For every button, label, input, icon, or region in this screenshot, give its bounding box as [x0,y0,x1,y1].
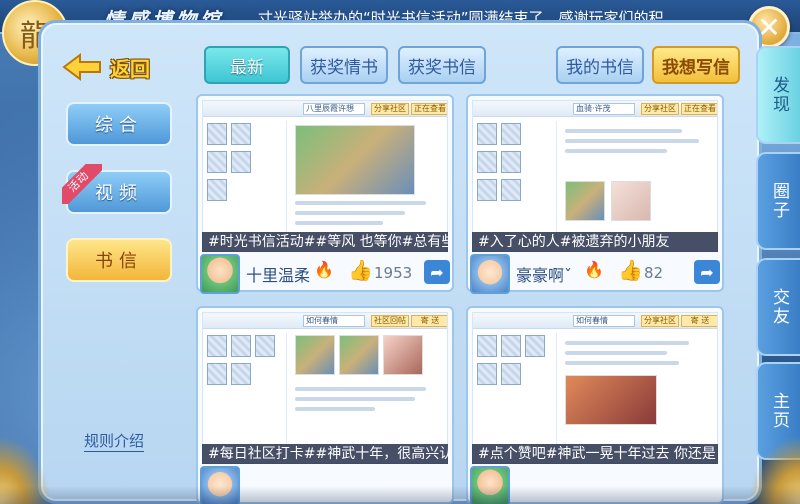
left-menu-video[interactable]: 活动 视频 [62,164,172,214]
left-menu-letters[interactable]: 书信 [66,238,172,282]
left-menu-label: 综合 [95,115,143,136]
screenshot-btn: 分享社区 [641,315,679,327]
letter-screenshot: 血骑·许茂 分享社区 正在查看 [472,100,718,252]
author-name[interactable]: 十里温柔 [246,262,310,286]
screenshot-title: 如何春情 [573,315,635,327]
back-arrow-icon [62,53,102,81]
screenshot-btn: 正在查看 [411,103,447,115]
screenshot-btn: 正在查看 [681,103,717,115]
letter-card[interactable]: 如何春情 分享社区 寄 送 #点个赞吧#神武一晃十年过去 你还是 [466,306,724,504]
screenshot-toolbar: 八里辰霞许想 分享社区 正在查看 [203,101,447,117]
letter-meta: 十里温柔 🔥 👍 1953 ➦ [198,254,452,294]
right-tab-discover[interactable]: 发现 [756,46,800,144]
left-menu-general[interactable]: 综合 [66,102,172,146]
letter-hashtag: #点个赞吧#神武一晃十年过去 你还是 [472,444,718,464]
screenshot-title: 如何春情 [303,315,365,327]
right-tab-friends[interactable]: 交友 [756,258,800,356]
right-tab-circles[interactable]: 圈子 [756,152,800,250]
letter-screenshot: 八里辰霞许想 分享社区 正在查看 [202,100,448,252]
bottom-shade [0,486,800,504]
letter-hashtag: #入了心的人#被遗弃的小朋友 [472,232,718,252]
letter-card[interactable]: 如何春情 社区回帖 寄 送 #每日社区打卡##神武十年，很高兴认 [196,306,454,504]
screenshot-sidebar [207,121,287,247]
letter-screenshot: 如何春情 社区回帖 寄 送 [202,312,448,464]
like-count: 82 [644,264,664,282]
author-name[interactable]: 豪豪啊ˇ [516,262,572,286]
left-menu-label: 书信 [95,251,143,272]
share-icon[interactable]: ➦ [694,260,720,284]
tab-award-letters[interactable]: 获奖书信 [398,46,486,84]
back-label: 返回 [110,56,150,81]
letter-card[interactable]: 八里辰霞许想 分享社区 正在查看 #时光书信活动##等风 也等你#总有些 十里温… [196,94,454,294]
screenshot-sidebar [477,121,557,247]
screenshot-title: 血骑·许茂 [573,103,635,115]
tab-award-love-letters[interactable]: 获奖情书 [300,46,388,84]
event-ribbon-label: 活动 [62,164,102,204]
tab-latest[interactable]: 最新 [204,46,290,84]
like-count: 1953 [374,264,413,282]
flame-icon: 🔥 [314,260,334,279]
screenshot-toolbar: 如何春情 分享社区 寄 送 [473,313,717,329]
letter-meta: 豪豪啊ˇ 🔥 👍 82 ➦ [468,254,722,294]
letters-grid: 八里辰霞许想 分享社区 正在查看 #时光书信活动##等风 也等你#总有些 十里温… [196,94,734,504]
screenshot-toolbar: 血骑·许茂 分享社区 正在查看 [473,101,717,117]
screenshot-toolbar: 如何春情 社区回帖 寄 送 [203,313,447,329]
screenshot-btn: 寄 送 [681,315,717,327]
left-menu-label: 视频 [95,183,143,204]
back-button[interactable]: 返回 [62,50,150,84]
screenshot-btn: 分享社区 [371,103,409,115]
screenshot-content [565,123,711,247]
screenshot-btn: 寄 送 [411,315,447,327]
screenshot-sidebar [207,333,287,459]
avatar[interactable] [470,254,510,294]
screenshot-content [295,335,441,459]
avatar[interactable] [200,254,240,294]
screenshot-title: 八里辰霞许想 [303,103,365,115]
screenshot-btn: 分享社区 [641,103,679,115]
event-ribbon: 活动 [62,164,102,204]
thumbs-up-icon[interactable]: 👍 [348,258,373,282]
screenshot-content [295,123,441,247]
thumbs-up-icon[interactable]: 👍 [618,258,643,282]
letter-card[interactable]: 血骑·许茂 分享社区 正在查看 #入了心的人#被遗弃的小朋友 豪豪啊ˇ 🔥 👍 … [466,94,724,294]
letter-hashtag: #每日社区打卡##神武十年，很高兴认 [202,444,448,464]
rules-link[interactable]: 规则介绍 [84,430,145,452]
letter-screenshot: 如何春情 分享社区 寄 送 [472,312,718,464]
screenshot-content [565,335,711,459]
letter-hashtag: #时光书信活动##等风 也等你#总有些 [202,232,448,252]
write-letter-button[interactable]: 我想写信 [652,46,740,84]
tab-my-letters[interactable]: 我的书信 [556,46,644,84]
screenshot-btn: 社区回帖 [371,315,409,327]
share-icon[interactable]: ➦ [424,260,450,284]
flame-icon: 🔥 [584,260,604,279]
screenshot-sidebar [477,333,557,459]
